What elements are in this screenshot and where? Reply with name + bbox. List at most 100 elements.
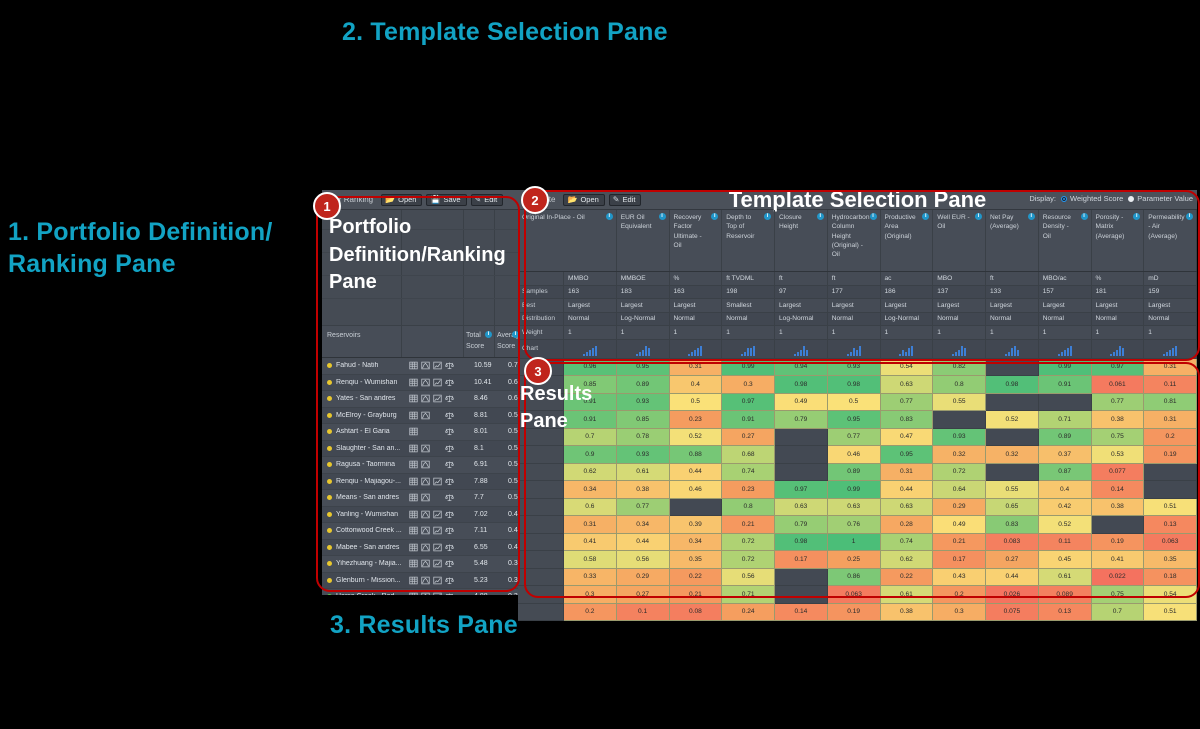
results-score-cell[interactable]: 0.89 [827, 463, 881, 481]
results-score-cell[interactable]: 0.98 [775, 376, 828, 394]
results-score-cell[interactable]: 0.91 [722, 411, 775, 429]
results-score-cell[interactable]: 0.62 [880, 551, 934, 569]
results-score-cell[interactable]: 0.72 [933, 463, 986, 481]
results-score-cell[interactable]: 0.1 [616, 603, 670, 621]
balance-scale-icon[interactable] [445, 444, 454, 453]
results-score-cell[interactable]: 0.27 [722, 428, 775, 446]
results-score-cell[interactable]: 0.71 [722, 586, 775, 604]
results-score-cell[interactable]: 0.65 [986, 498, 1039, 516]
results-score-cell[interactable]: 0.91 [564, 393, 617, 411]
results-score-cell[interactable]: 0.35 [669, 551, 723, 569]
results-score-cell[interactable]: 0.089 [1038, 586, 1092, 604]
results-score-cell[interactable]: 0.34 [669, 533, 723, 551]
table-grid-icon[interactable] [409, 427, 418, 436]
results-score-cell[interactable]: 0.32 [933, 446, 986, 464]
reservoir-row[interactable]: Ragusa - Taormina 6.91 0.53 [322, 457, 518, 474]
parameter-weight-cell[interactable]: 1 [933, 326, 986, 339]
parameter-histogram-chart[interactable] [775, 339, 828, 358]
parameter-best-cell[interactable]: Largest [1039, 299, 1092, 312]
results-score-cell[interactable]: 0.51 [1144, 498, 1197, 516]
results-score-cell[interactable]: 0.31 [1144, 411, 1197, 429]
parameter-weight-cell[interactable]: 1 [617, 326, 670, 339]
table-grid-icon[interactable] [409, 411, 418, 420]
results-score-cell[interactable]: 0.026 [986, 586, 1039, 604]
results-score-cell[interactable]: 0.21 [933, 533, 986, 551]
results-score-cell[interactable]: 0.72 [722, 551, 775, 569]
results-score-cell[interactable]: 0.5 [827, 393, 881, 411]
results-score-cell[interactable]: 0.61 [1038, 568, 1092, 586]
results-score-cell[interactable]: 0.46 [827, 446, 881, 464]
results-score-cell[interactable]: 0.18 [1144, 568, 1197, 586]
distribution-chart-icon[interactable] [421, 411, 430, 420]
results-score-cell[interactable]: 0.4 [669, 376, 723, 394]
parameter-unit-cell[interactable]: MMBO [564, 272, 617, 285]
results-score-cell[interactable]: 0.6 [564, 498, 617, 516]
balance-scale-icon[interactable] [445, 559, 454, 568]
results-score-cell[interactable]: 0.93 [616, 446, 670, 464]
results-score-cell[interactable]: 0.31 [669, 358, 723, 376]
distribution-chart-icon[interactable] [421, 526, 430, 535]
parameter-best-cell[interactable]: Largest [1092, 299, 1145, 312]
results-score-cell[interactable]: 0.95 [616, 358, 670, 376]
results-score-cell[interactable]: 0.62 [564, 463, 617, 481]
balance-scale-icon[interactable] [445, 394, 454, 403]
parameter-dist-cell[interactable]: Normal [933, 312, 986, 325]
parameter-samples-cell[interactable]: 163 [670, 285, 723, 298]
results-score-cell[interactable]: 0.7 [1091, 603, 1145, 621]
table-grid-icon[interactable] [409, 576, 418, 585]
info-icon[interactable]: i [764, 213, 771, 220]
results-score-cell[interactable]: 0.88 [669, 446, 723, 464]
results-score-cell[interactable]: 0.79 [775, 411, 828, 429]
parameter-best-cell[interactable]: Largest [617, 299, 670, 312]
balance-scale-icon[interactable] [445, 526, 454, 535]
table-grid-icon[interactable] [409, 444, 418, 453]
results-score-cell[interactable]: 0.99 [1038, 358, 1092, 376]
parameter-weight-cell[interactable]: 1 [1092, 326, 1145, 339]
parameter-histogram-chart[interactable] [933, 339, 986, 358]
info-icon[interactable]: i [658, 213, 666, 220]
distribution-chart-icon[interactable] [421, 378, 430, 387]
trend-chart-icon[interactable] [433, 378, 442, 387]
results-score-cell[interactable]: 0.47 [880, 428, 934, 446]
results-score-cell[interactable]: 0.99 [827, 481, 881, 499]
reservoir-row[interactable]: Mabee - San andres 6.55 0.41 [322, 539, 518, 556]
results-score-cell[interactable]: 0.79 [775, 516, 828, 534]
results-score-cell[interactable]: 0.31 [880, 463, 934, 481]
parameter-unit-cell[interactable]: ft [775, 272, 828, 285]
parameter-unit-cell[interactable]: MBO [933, 272, 986, 285]
distribution-chart-icon[interactable] [421, 576, 430, 585]
parameter-samples-cell[interactable]: 177 [828, 285, 881, 298]
results-score-cell[interactable]: 0.91 [564, 411, 617, 429]
reservoir-row[interactable]: Ashtart - El Garia 8.01 0.57 [322, 424, 518, 441]
info-icon[interactable]: i [485, 331, 492, 338]
results-score-cell[interactable]: 0.5 [669, 393, 723, 411]
results-score-cell[interactable]: 0.077 [1091, 463, 1145, 481]
results-score-cell[interactable]: 0.95 [827, 411, 881, 429]
results-score-cell[interactable]: 0.97 [722, 393, 775, 411]
results-score-cell[interactable]: 0.38 [1091, 498, 1145, 516]
results-score-cell[interactable]: 0.061 [1091, 376, 1145, 394]
results-score-cell[interactable]: 0.11 [1144, 376, 1197, 394]
reservoir-row[interactable]: Horse Creek - Red ... 4.880.31 [322, 589, 518, 595]
results-score-cell[interactable]: 0.23 [669, 411, 723, 429]
results-score-cell[interactable]: 0.56 [722, 568, 775, 586]
table-grid-icon[interactable] [409, 493, 418, 502]
results-score-cell[interactable]: 0.77 [1091, 393, 1145, 411]
trend-chart-icon[interactable] [433, 592, 442, 595]
parameter-header-cell[interactable]: Depth to Top of Reservoir i [722, 210, 775, 271]
distribution-chart-icon[interactable] [421, 444, 430, 453]
results-score-cell[interactable]: 0.55 [933, 393, 986, 411]
parameter-histogram-chart[interactable] [986, 339, 1039, 358]
results-score-cell[interactable] [775, 463, 828, 481]
parameter-samples-cell[interactable]: 181 [1092, 285, 1145, 298]
parameter-samples-cell[interactable]: 186 [881, 285, 934, 298]
parameter-dist-cell[interactable]: Normal [828, 312, 881, 325]
reservoir-row[interactable]: Slaughter - San an... 8.1 0.54 [322, 440, 518, 457]
parameter-best-cell[interactable]: Largest [828, 299, 881, 312]
results-score-cell[interactable]: 0.38 [1091, 411, 1145, 429]
trend-chart-icon[interactable] [433, 394, 442, 403]
parameter-header-cell[interactable]: Recovery Factor Ultimate - Oil i [670, 210, 723, 271]
results-score-cell[interactable]: 0.063 [827, 586, 881, 604]
parameter-histogram-chart[interactable] [881, 339, 934, 358]
reservoir-row[interactable]: Renqiu - Wumishan 10.41 0.65 [322, 374, 518, 391]
